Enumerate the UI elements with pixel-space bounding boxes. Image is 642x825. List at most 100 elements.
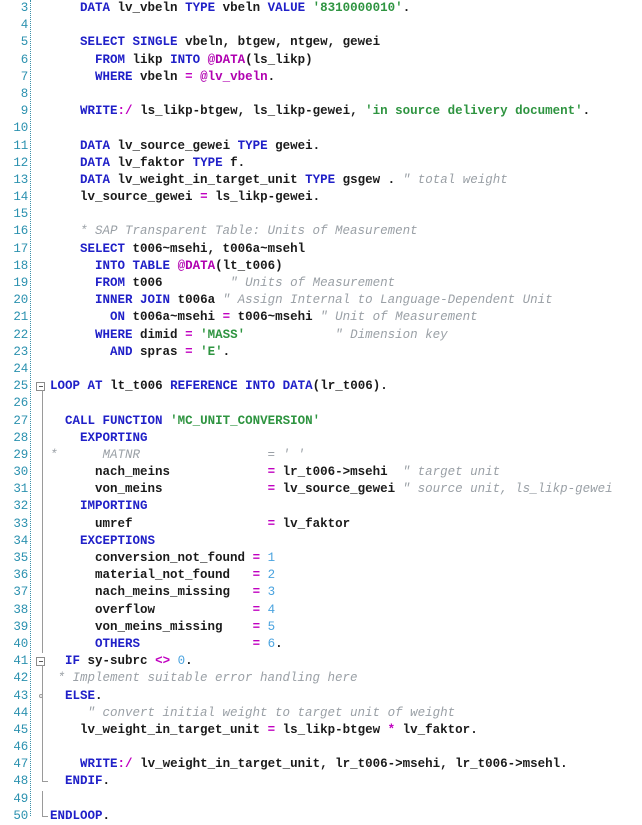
token-pun	[50, 551, 95, 565]
code-text: von_meins_missing = 5	[50, 619, 642, 636]
code-line[interactable]: ENDLOOP.	[0, 807, 642, 825]
token-pun: .	[267, 69, 276, 84]
code-line[interactable]	[0, 361, 642, 378]
code-line[interactable]: INNER JOIN t006a " Assign Internal to La…	[0, 292, 642, 309]
fold-empty	[36, 0, 49, 17]
token-cmt: " Units of Measurement	[230, 276, 396, 290]
token-id: lv_weight_in_target_unit	[80, 722, 261, 737]
fold-guide-line	[36, 550, 49, 568]
token-id: lv_faktor	[117, 155, 186, 170]
code-lines-container[interactable]: DATA lv_vbeln TYPE vbeln VALUE '83100000…	[0, 0, 642, 825]
fold-empty	[36, 86, 49, 103]
code-editor[interactable]: 3 4 5 6 7 8 9 10 11 12 13 14 15 16 17 18 19 20 21 22 23 24 25 2…	[0, 0, 642, 823]
token-pun	[260, 551, 268, 565]
token-kw: LOOP	[50, 379, 81, 394]
code-line[interactable]: FROM t006 " Units of Measurement	[0, 275, 642, 292]
fold-collapse-icon[interactable]	[36, 378, 49, 396]
code-line[interactable]: WRITE:/ ls_likp-btgew, ls_likp-gewei, 'i…	[0, 103, 642, 120]
code-line[interactable]: SELECT t006~msehi, t006a~msehl	[0, 241, 642, 258]
code-line[interactable]: EXCEPTIONS	[0, 532, 642, 550]
code-line[interactable]: * MATNR = ' '	[0, 446, 642, 465]
code-line[interactable]: ELSE.	[0, 687, 642, 705]
code-line[interactable]	[0, 206, 642, 223]
token-kw: WHERE	[95, 327, 133, 342]
code-line[interactable]: IMPORTING	[0, 498, 642, 516]
code-line[interactable]: DATA lv_vbeln TYPE vbeln VALUE '83100000…	[0, 0, 642, 17]
code-text: von_meins = lv_source_gewei " source uni…	[50, 481, 642, 498]
token-pun	[380, 173, 388, 187]
token-kw: CALL	[65, 413, 96, 428]
token-str: '8310000010'	[312, 1, 403, 15]
code-line[interactable]: WHERE vbeln = @lv_vbeln.	[0, 69, 642, 86]
code-line[interactable]: * SAP Transparent Table: Units of Measur…	[0, 223, 642, 240]
code-text: DATA lv_weight_in_target_unit TYPE gsgew…	[50, 172, 642, 189]
token-pun	[50, 345, 110, 359]
token-pun	[110, 1, 118, 15]
token-pun: .	[95, 688, 103, 703]
code-line[interactable]: lv_source_gewei = ls_likp-gewei.	[0, 189, 642, 206]
token-pun	[163, 276, 231, 290]
code-line[interactable]: overflow = 4	[0, 601, 642, 619]
fold-empty	[36, 361, 49, 378]
token-pun: .	[275, 636, 283, 651]
fold-collapse-icon[interactable]	[36, 653, 49, 671]
code-line[interactable]	[0, 17, 642, 34]
token-pun	[268, 139, 276, 153]
token-pun	[230, 585, 253, 599]
code-line[interactable]: INTO TABLE @DATA(lt_t006)	[0, 258, 642, 275]
token-pun: (	[245, 52, 253, 67]
token-kw: SELECT	[80, 241, 126, 256]
code-line[interactable]: DATA lv_faktor TYPE f.	[0, 155, 642, 172]
code-line[interactable]	[0, 120, 642, 137]
code-line[interactable]	[0, 86, 642, 103]
code-line[interactable]: FROM likp INTO @DATA(ls_likp)	[0, 52, 642, 69]
code-line[interactable]: umref = lv_faktor	[0, 515, 642, 533]
token-pun	[275, 517, 283, 531]
code-line[interactable]: " convert initial weight to target unit …	[0, 704, 642, 722]
token-pun	[133, 328, 141, 342]
code-line[interactable]: DATA lv_source_gewei TYPE gewei.	[0, 138, 642, 155]
token-kw: INTO	[170, 52, 201, 67]
code-line[interactable]: * Implement suitable error handling here	[0, 670, 642, 688]
code-line[interactable]: von_meins = lv_source_gewei " source uni…	[0, 481, 642, 499]
code-line[interactable]: von_meins_missing = 5	[0, 618, 642, 636]
code-line[interactable]: IF sy-subrc <> 0.	[0, 653, 642, 671]
token-pun	[395, 723, 403, 737]
code-line[interactable]: lv_weight_in_target_unit = ls_likp-btgew…	[0, 721, 642, 740]
fold-empty	[36, 52, 49, 69]
code-line[interactable]: LOOP AT lt_t006 REFERENCE INTO DATA(lr_t…	[0, 378, 642, 396]
code-line[interactable]: nach_meins_missing = 3	[0, 584, 642, 602]
code-line[interactable]: OTHERS = 6.	[0, 635, 642, 654]
token-pun	[103, 379, 111, 393]
code-line[interactable]: EXPORTING	[0, 429, 642, 447]
code-line[interactable]	[0, 790, 642, 808]
code-line[interactable]: DATA lv_weight_in_target_unit TYPE gsgew…	[0, 172, 642, 189]
fold-guide-line	[36, 601, 49, 619]
code-line[interactable]: material_not_found = 2	[0, 567, 642, 585]
code-line[interactable]	[0, 739, 642, 757]
token-pun	[125, 53, 133, 67]
token-pun	[50, 603, 95, 617]
fold-empty	[36, 69, 49, 86]
code-line[interactable]: WRITE:/ lv_weight_in_target_unit, lr_t00…	[0, 756, 642, 774]
token-op: =	[222, 310, 231, 325]
code-line[interactable]: ENDIF.	[0, 773, 642, 790]
token-id: lv_source_gewei	[80, 190, 193, 205]
token-id: lv_weight_in_target_unit, lr_t006->msehi…	[140, 757, 561, 772]
token-pun	[215, 1, 223, 15]
code-line[interactable]: conversion_not_found = 1	[0, 550, 642, 568]
code-line[interactable]: AND spras = 'E'.	[0, 344, 642, 361]
token-pun	[170, 654, 178, 668]
token-kw: TYPE	[185, 1, 216, 15]
token-pun	[193, 345, 201, 359]
code-line[interactable]: CALL FUNCTION 'MC_UNIT_CONVERSION'	[0, 412, 642, 430]
code-line[interactable]	[0, 395, 642, 413]
token-kw: ELSE	[65, 688, 96, 703]
code-line[interactable]: nach_meins = lr_t006->msehi " target uni…	[0, 464, 642, 482]
code-line[interactable]: WHERE dimid = 'MASS' " Dimension key	[0, 327, 642, 344]
code-line[interactable]: ON t006a~msehi = t006~msehi " Unit of Me…	[0, 309, 642, 326]
code-line[interactable]: SELECT SINGLE vbeln, btgew, ntgew, gewei	[0, 34, 642, 51]
code-text: EXPORTING	[50, 430, 642, 447]
